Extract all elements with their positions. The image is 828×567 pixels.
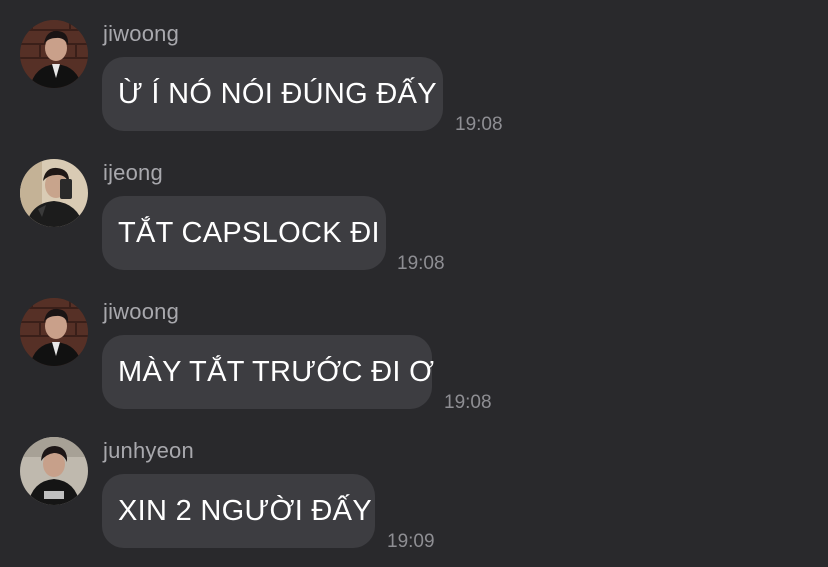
message-bubble[interactable]: Ừ Í NÓ NÓI ĐÚNG ĐẤY	[102, 57, 443, 131]
avatar-jiwoong-icon	[20, 298, 88, 366]
avatar[interactable]	[20, 159, 88, 227]
message-bubble[interactable]: XIN 2 NGƯỜI ĐẤY	[102, 474, 375, 548]
avatar-jiwoong-icon	[20, 20, 88, 88]
message-time: 19:08	[455, 114, 503, 135]
message-text: TẮT CAPSLOCK ĐI	[118, 217, 380, 249]
avatar[interactable]	[20, 20, 88, 88]
message-time: 19:08	[444, 392, 492, 413]
avatar[interactable]	[20, 298, 88, 366]
avatar-junhyeon-icon	[20, 437, 88, 505]
message-bubble[interactable]: MÀY TẮT TRƯỚC ĐI Ơ	[102, 335, 435, 409]
sender-name[interactable]: ijeong	[103, 160, 163, 186]
chat-thread[interactable]: jiwoong Ừ Í NÓ NÓI ĐÚNG ĐẤY 19:08 ijeong…	[0, 0, 828, 559]
avatar-ijeong-icon	[20, 159, 88, 227]
message-row: jiwoong Ừ Í NÓ NÓI ĐÚNG ĐẤY 19:08	[0, 20, 828, 150]
message-row: jiwoong MÀY TẮT TRƯỚC ĐI Ơ 19:08	[0, 298, 828, 428]
message-text: Ừ Í NÓ NÓI ĐÚNG ĐẤY	[118, 78, 437, 110]
message-text: XIN 2 NGƯỜI ĐẤY	[118, 495, 372, 527]
message-bubble[interactable]: TẮT CAPSLOCK ĐI	[102, 196, 386, 270]
sender-name[interactable]: jiwoong	[103, 21, 179, 47]
sender-name[interactable]: junhyeon	[103, 438, 194, 464]
message-text: MÀY TẮT TRƯỚC ĐI Ơ	[118, 356, 435, 388]
message-row: ijeong TẮT CAPSLOCK ĐI 19:08	[0, 159, 828, 289]
avatar[interactable]	[20, 437, 88, 505]
message-row: junhyeon XIN 2 NGƯỜI ĐẤY 19:09	[0, 437, 828, 567]
message-time: 19:09	[387, 531, 435, 552]
message-time: 19:08	[397, 253, 445, 274]
sender-name[interactable]: jiwoong	[103, 299, 179, 325]
